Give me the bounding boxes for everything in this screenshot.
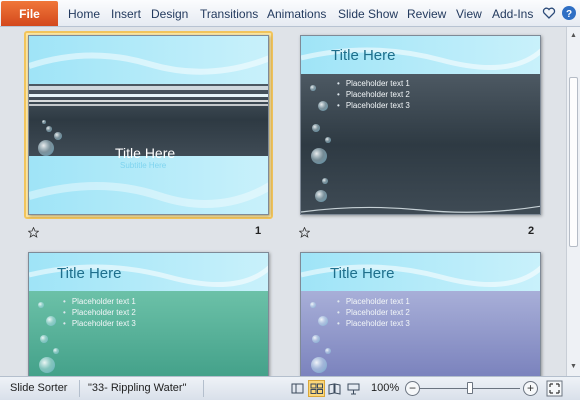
slide-4-title: Title Here bbox=[330, 265, 395, 282]
bullet-item: Placeholder text 1 bbox=[337, 78, 410, 89]
tab-transitions[interactable]: Transitions bbox=[200, 0, 258, 27]
slide-number-2: 2 bbox=[528, 225, 535, 237]
slide-sorter-icon bbox=[310, 383, 323, 394]
theme-name-label[interactable]: "33- Rippling Water" bbox=[88, 382, 187, 394]
slide-thumbnail-4[interactable]: Title Here Placeholder text 1 Placeholde… bbox=[300, 252, 541, 376]
bullet-item: Placeholder text 1 bbox=[337, 296, 410, 307]
view-name-label: Slide Sorter bbox=[10, 382, 68, 394]
help-icon[interactable]: ? bbox=[561, 5, 577, 21]
normal-view-button[interactable] bbox=[289, 380, 306, 397]
slide-1-title: Title Here bbox=[115, 145, 176, 161]
tab-review[interactable]: Review bbox=[407, 0, 446, 27]
slide-show-button[interactable] bbox=[345, 380, 362, 397]
svg-text:?: ? bbox=[566, 9, 572, 20]
status-separator bbox=[203, 380, 204, 397]
slide-3-title: Title Here bbox=[57, 265, 122, 282]
slide-2-bullets: Placeholder text 1 Placeholder text 2 Pl… bbox=[337, 78, 410, 111]
bullet-item: Placeholder text 3 bbox=[337, 100, 410, 111]
slide-thumbnail-3[interactable]: Title Here Placeholder text 1 Placeholde… bbox=[28, 252, 269, 376]
tab-design[interactable]: Design bbox=[151, 0, 188, 27]
fit-to-window-icon[interactable] bbox=[546, 380, 563, 397]
scroll-up-icon[interactable]: ▲ bbox=[567, 29, 580, 42]
bullet-item: Placeholder text 3 bbox=[337, 318, 410, 329]
animation-star-icon bbox=[28, 227, 39, 238]
tab-animations[interactable]: Animations bbox=[267, 0, 326, 27]
slide-3-bullets: Placeholder text 1 Placeholder text 2 Pl… bbox=[63, 296, 136, 329]
tab-add-ins[interactable]: Add-Ins bbox=[492, 0, 533, 27]
zoom-level-label[interactable]: 100% bbox=[371, 382, 399, 394]
reading-view-button[interactable] bbox=[326, 380, 343, 397]
zoom-in-icon[interactable]: + bbox=[523, 381, 538, 396]
status-bar: Slide Sorter "33- Rippling Water" 100% −… bbox=[0, 376, 580, 400]
slide-thumbnail-1[interactable]: Title Here Subtitle Here bbox=[28, 35, 269, 215]
slide-number-1: 1 bbox=[255, 225, 262, 237]
slide-1-background bbox=[29, 36, 268, 214]
tab-home[interactable]: Home bbox=[68, 0, 100, 27]
tab-slide-show[interactable]: Slide Show bbox=[338, 0, 398, 27]
bullet-item: Placeholder text 2 bbox=[337, 89, 410, 100]
heart-icon[interactable] bbox=[541, 5, 557, 21]
bullet-item: Placeholder text 1 bbox=[63, 296, 136, 307]
slide-2-title: Title Here bbox=[331, 47, 396, 64]
status-separator bbox=[79, 380, 80, 397]
slide-1-subtitle: Subtitle Here bbox=[120, 161, 167, 170]
slide-4-bullets: Placeholder text 1 Placeholder text 2 Pl… bbox=[337, 296, 410, 329]
slide-show-icon bbox=[347, 383, 360, 395]
file-tab[interactable]: File bbox=[1, 1, 58, 26]
slide-sorter-button[interactable] bbox=[308, 380, 325, 397]
normal-view-icon bbox=[291, 383, 304, 394]
bullet-item: Placeholder text 2 bbox=[337, 307, 410, 318]
bullet-item: Placeholder text 3 bbox=[63, 318, 136, 329]
vertical-scrollbar[interactable]: ▲ ▼ bbox=[566, 27, 580, 376]
slide-sorter-pane: Title Here Subtitle Here 1 Title Here Pl… bbox=[0, 27, 566, 376]
ribbon-tab-bar: File Home Insert Design Transitions Anim… bbox=[0, 0, 580, 27]
slide-thumbnail-2[interactable]: Title Here Placeholder text 1 Placeholde… bbox=[300, 35, 541, 215]
reading-view-icon bbox=[328, 383, 341, 395]
zoom-out-icon[interactable]: − bbox=[405, 381, 420, 396]
scrollbar-thumb[interactable] bbox=[569, 77, 578, 247]
scroll-down-icon[interactable]: ▼ bbox=[567, 360, 580, 373]
tab-view[interactable]: View bbox=[456, 0, 482, 27]
bullet-item: Placeholder text 2 bbox=[63, 307, 136, 318]
animation-star-icon bbox=[299, 227, 310, 238]
tab-insert[interactable]: Insert bbox=[111, 0, 141, 27]
zoom-slider-thumb[interactable] bbox=[467, 382, 473, 394]
